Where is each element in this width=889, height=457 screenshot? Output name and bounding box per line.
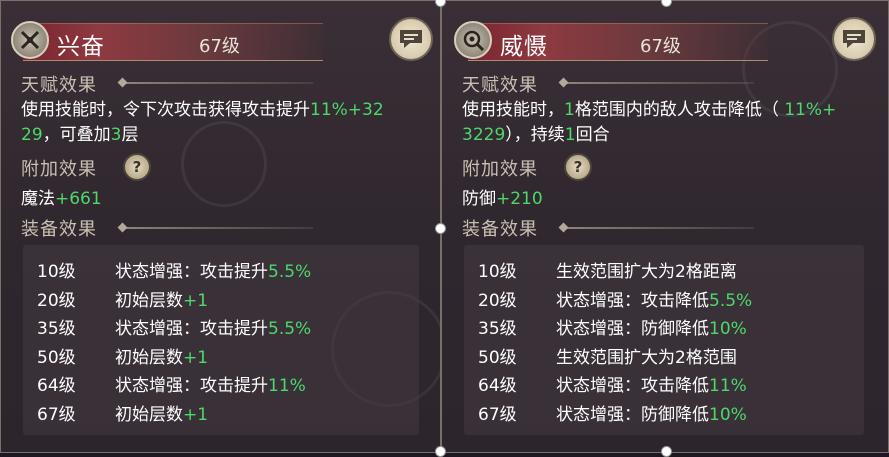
equip-effect-text: 状态增强：防御降低 [556, 404, 709, 425]
equip-effect: 状态增强：攻击提升11% [115, 371, 306, 396]
equip-level: 64级 [37, 376, 76, 396]
equip-level: 20级 [478, 290, 517, 311]
equip-effect-value: +1 [183, 347, 209, 368]
talent-line-2: 29，可叠加3层 [21, 123, 436, 148]
divider [564, 227, 754, 229]
talent-section-title: 天赋效果 [462, 75, 538, 96]
skill-panel-left: 兴奋 67级 天赋效果 使用技能时，令下次攻击获得攻击提升11%+32 29，可… [0, 0, 441, 453]
equip-effect-value: 11% [268, 376, 306, 396]
equip-effect: 状态增强：攻击降低5.5% [556, 286, 752, 311]
divider [564, 82, 754, 84]
description-text: 使用技能时，令下次攻击获得攻击提升 [21, 100, 310, 120]
description-text: 使用技能时， [462, 100, 564, 120]
equip-effect-text: 初始层数 [115, 290, 183, 311]
equip-level: 64级 [478, 376, 517, 396]
equip-effect-text: 状态增强：攻击降低 [556, 290, 709, 311]
highlight-value: 1 [564, 125, 576, 145]
chat-bubble-icon[interactable] [832, 17, 876, 61]
description-text: ，可叠加 [42, 125, 111, 145]
equip-effect-value: 10% [709, 404, 747, 425]
equip-effect-text: 状态增强：攻击降低 [556, 376, 709, 396]
talent-description: 使用技能时，令下次攻击获得攻击提升11%+32 29，可叠加3层 [21, 98, 436, 148]
equip-effect-value: 10% [709, 319, 747, 339]
equip-effect-text: 生效范围扩大为2格距离 [556, 262, 737, 282]
equip-effect-text: 生效范围扩大为2格范围 [556, 347, 737, 368]
equip-effect-value: 5.5% [268, 262, 312, 282]
equip-effect: 状态增强：攻击提升5.5% [115, 257, 311, 282]
equip-effect-text: 状态增强：防御降低 [556, 319, 709, 339]
bonus-value: +210 [496, 189, 543, 209]
equip-effect-value: 5.5% [709, 290, 753, 311]
equip-effect: 初始层数+1 [115, 400, 208, 425]
resize-handle[interactable] [435, 223, 446, 234]
equip-effect-text: 初始层数 [115, 404, 183, 425]
equip-effect: 状态增强：防御降低10% [556, 400, 747, 425]
equip-list: 10级 状态增强：攻击提升5.5% 20级 初始层数+1 35级 状态增强：攻击提升5.5… [23, 245, 419, 435]
highlight-value: 11%+ [784, 100, 837, 120]
equip-effect: 初始层数+1 [115, 286, 208, 311]
bonus-stat: 防御 [462, 189, 496, 209]
chat-bubble-icon[interactable] [389, 17, 433, 61]
equip-section-title: 装备效果 [21, 219, 97, 240]
target-burst-icon [454, 21, 492, 59]
equip-effect-text: 状态增强：攻击提升 [115, 319, 268, 339]
extra-bonus: 防御+210 [462, 184, 543, 209]
highlight-value: 11%+32 [310, 100, 384, 120]
equip-level: 20级 [37, 290, 76, 311]
description-text: 回合 [575, 125, 610, 145]
equip-effect: 初始层数+1 [115, 343, 208, 368]
sword-cross-icon [11, 21, 49, 59]
equip-level: 35级 [478, 319, 517, 339]
skill-name: 兴奋 [57, 34, 105, 60]
talent-description: 使用技能时，1格范围内的敌人攻击降低（ 11%+ 3229），持续1回合 [462, 98, 887, 148]
highlight-value: 3 [110, 125, 122, 145]
bonus-value: +661 [55, 189, 102, 209]
equip-level: 50级 [478, 347, 517, 368]
extra-section-title: 附加效果 [21, 159, 97, 180]
equip-effect: 状态增强：攻击降低11% [556, 371, 747, 396]
equip-effect-value: 5.5% [268, 319, 312, 339]
description-text: 格范围内的敌人攻击降低（ [574, 100, 785, 120]
highlight-value: 29 [21, 125, 43, 145]
equip-effect-value: +1 [183, 290, 209, 311]
extra-section-title: 附加效果 [462, 159, 538, 180]
equip-level: 10级 [37, 262, 76, 282]
description-text: 层 [121, 125, 139, 145]
equip-effect: 生效范围扩大为2格范围 [556, 343, 737, 368]
equip-effect-text: 初始层数 [115, 347, 183, 368]
equip-effect-text: 状态增强：攻击提升 [115, 376, 268, 396]
equip-effect-value: +1 [183, 404, 209, 425]
highlight-value: 1 [564, 100, 575, 120]
highlight-value: 3229 [462, 125, 506, 145]
equip-level: 10级 [478, 262, 517, 282]
equip-effect: 状态增强：防御降低10% [556, 314, 747, 339]
equip-level: 67级 [37, 404, 76, 425]
skill-level: 67级 [640, 36, 681, 57]
talent-section-title: 天赋效果 [21, 75, 97, 96]
equip-level: 67级 [478, 404, 517, 425]
equip-level: 35级 [37, 319, 76, 339]
talent-line-2: 3229），持续1回合 [462, 123, 887, 148]
equip-effect: 生效范围扩大为2格距离 [556, 257, 737, 282]
skill-name: 威慑 [500, 34, 548, 60]
divider [123, 227, 313, 229]
resize-handle[interactable] [435, 446, 446, 457]
bonus-stat: 魔法 [21, 189, 55, 209]
equip-list: 10级 生效范围扩大为2格距离 20级 状态增强：攻击降低5.5% 35级 状态增强：防御… [464, 245, 864, 435]
equip-effect-text: 状态增强：攻击提升 [115, 262, 268, 282]
talent-line-1: 使用技能时，令下次攻击获得攻击提升11%+32 [21, 98, 436, 123]
equip-section-title: 装备效果 [462, 219, 538, 240]
equip-effect: 状态增强：攻击提升5.5% [115, 314, 311, 339]
skill-level: 67级 [199, 36, 240, 57]
extra-bonus: 魔法+661 [21, 184, 102, 209]
skill-panel-right: 威慑 67级 天赋效果 使用技能时，1格范围内的敌人攻击降低（ 11%+ 322… [441, 0, 889, 453]
equip-level: 50级 [37, 347, 76, 368]
question-icon[interactable]: ? [123, 153, 151, 181]
resize-handle[interactable] [661, 446, 672, 457]
equip-effect-value: 11% [709, 376, 747, 396]
question-icon[interactable]: ? [564, 153, 592, 181]
divider [123, 82, 313, 84]
description-text: ），持续 [505, 125, 565, 145]
talent-line-1: 使用技能时，1格范围内的敌人攻击降低（ 11%+ [462, 98, 887, 123]
